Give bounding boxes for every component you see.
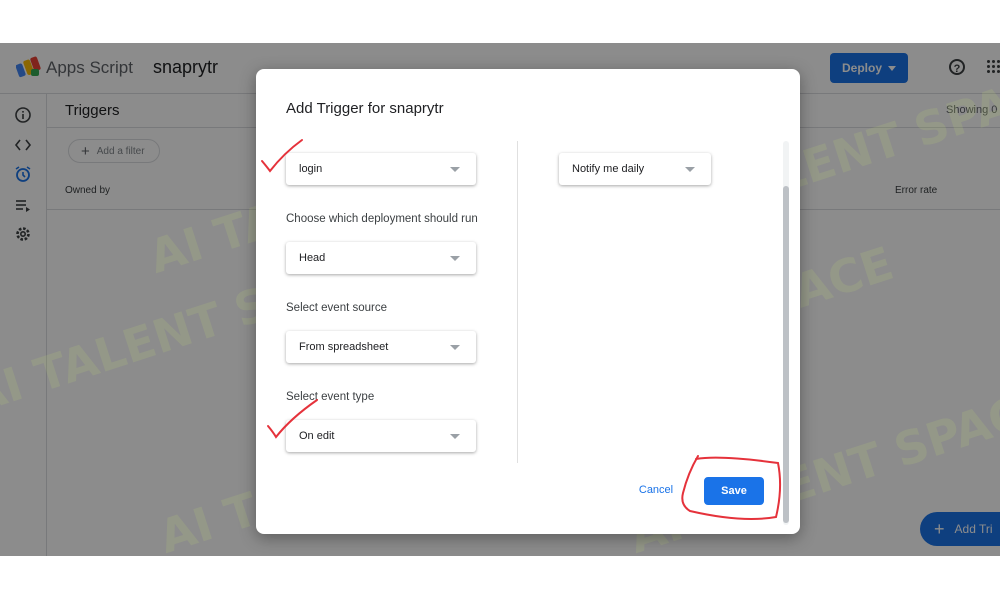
event-type-select-value: On edit — [299, 430, 335, 442]
function-select[interactable]: login — [286, 153, 476, 185]
caret-down-icon — [450, 434, 460, 439]
column-divider — [517, 141, 518, 463]
event-source-select-value: From spreadsheet — [299, 341, 389, 353]
event-source-label: Select event source — [286, 302, 388, 314]
caret-down-icon — [450, 256, 460, 261]
caret-down-icon — [450, 345, 460, 350]
failure-notification-select[interactable]: Notify me daily — [559, 153, 711, 185]
screenshot-frame: Apps Script snaprytr Deploy ? Triggers S… — [0, 43, 1000, 556]
failure-notification-select-value: Notify me daily — [572, 163, 645, 175]
deployment-select[interactable]: Head — [286, 242, 476, 274]
function-select-value: login — [299, 163, 323, 175]
event-source-select[interactable]: From spreadsheet — [286, 331, 476, 363]
dialog-title: Add Trigger for snaprytr — [286, 100, 444, 117]
cancel-button[interactable]: Cancel — [632, 479, 680, 501]
deployment-label: Choose which deployment should run — [286, 213, 478, 225]
save-button[interactable]: Save — [704, 477, 764, 505]
caret-down-icon — [450, 167, 460, 172]
dialog-scrollbar-thumb[interactable] — [783, 186, 789, 523]
deployment-select-value: Head — [299, 252, 326, 264]
add-trigger-dialog: Add Trigger for snaprytr login Choose wh… — [256, 69, 800, 534]
caret-down-icon — [685, 167, 695, 172]
event-type-label: Select event type — [286, 391, 375, 403]
event-type-select[interactable]: On edit — [286, 420, 476, 452]
